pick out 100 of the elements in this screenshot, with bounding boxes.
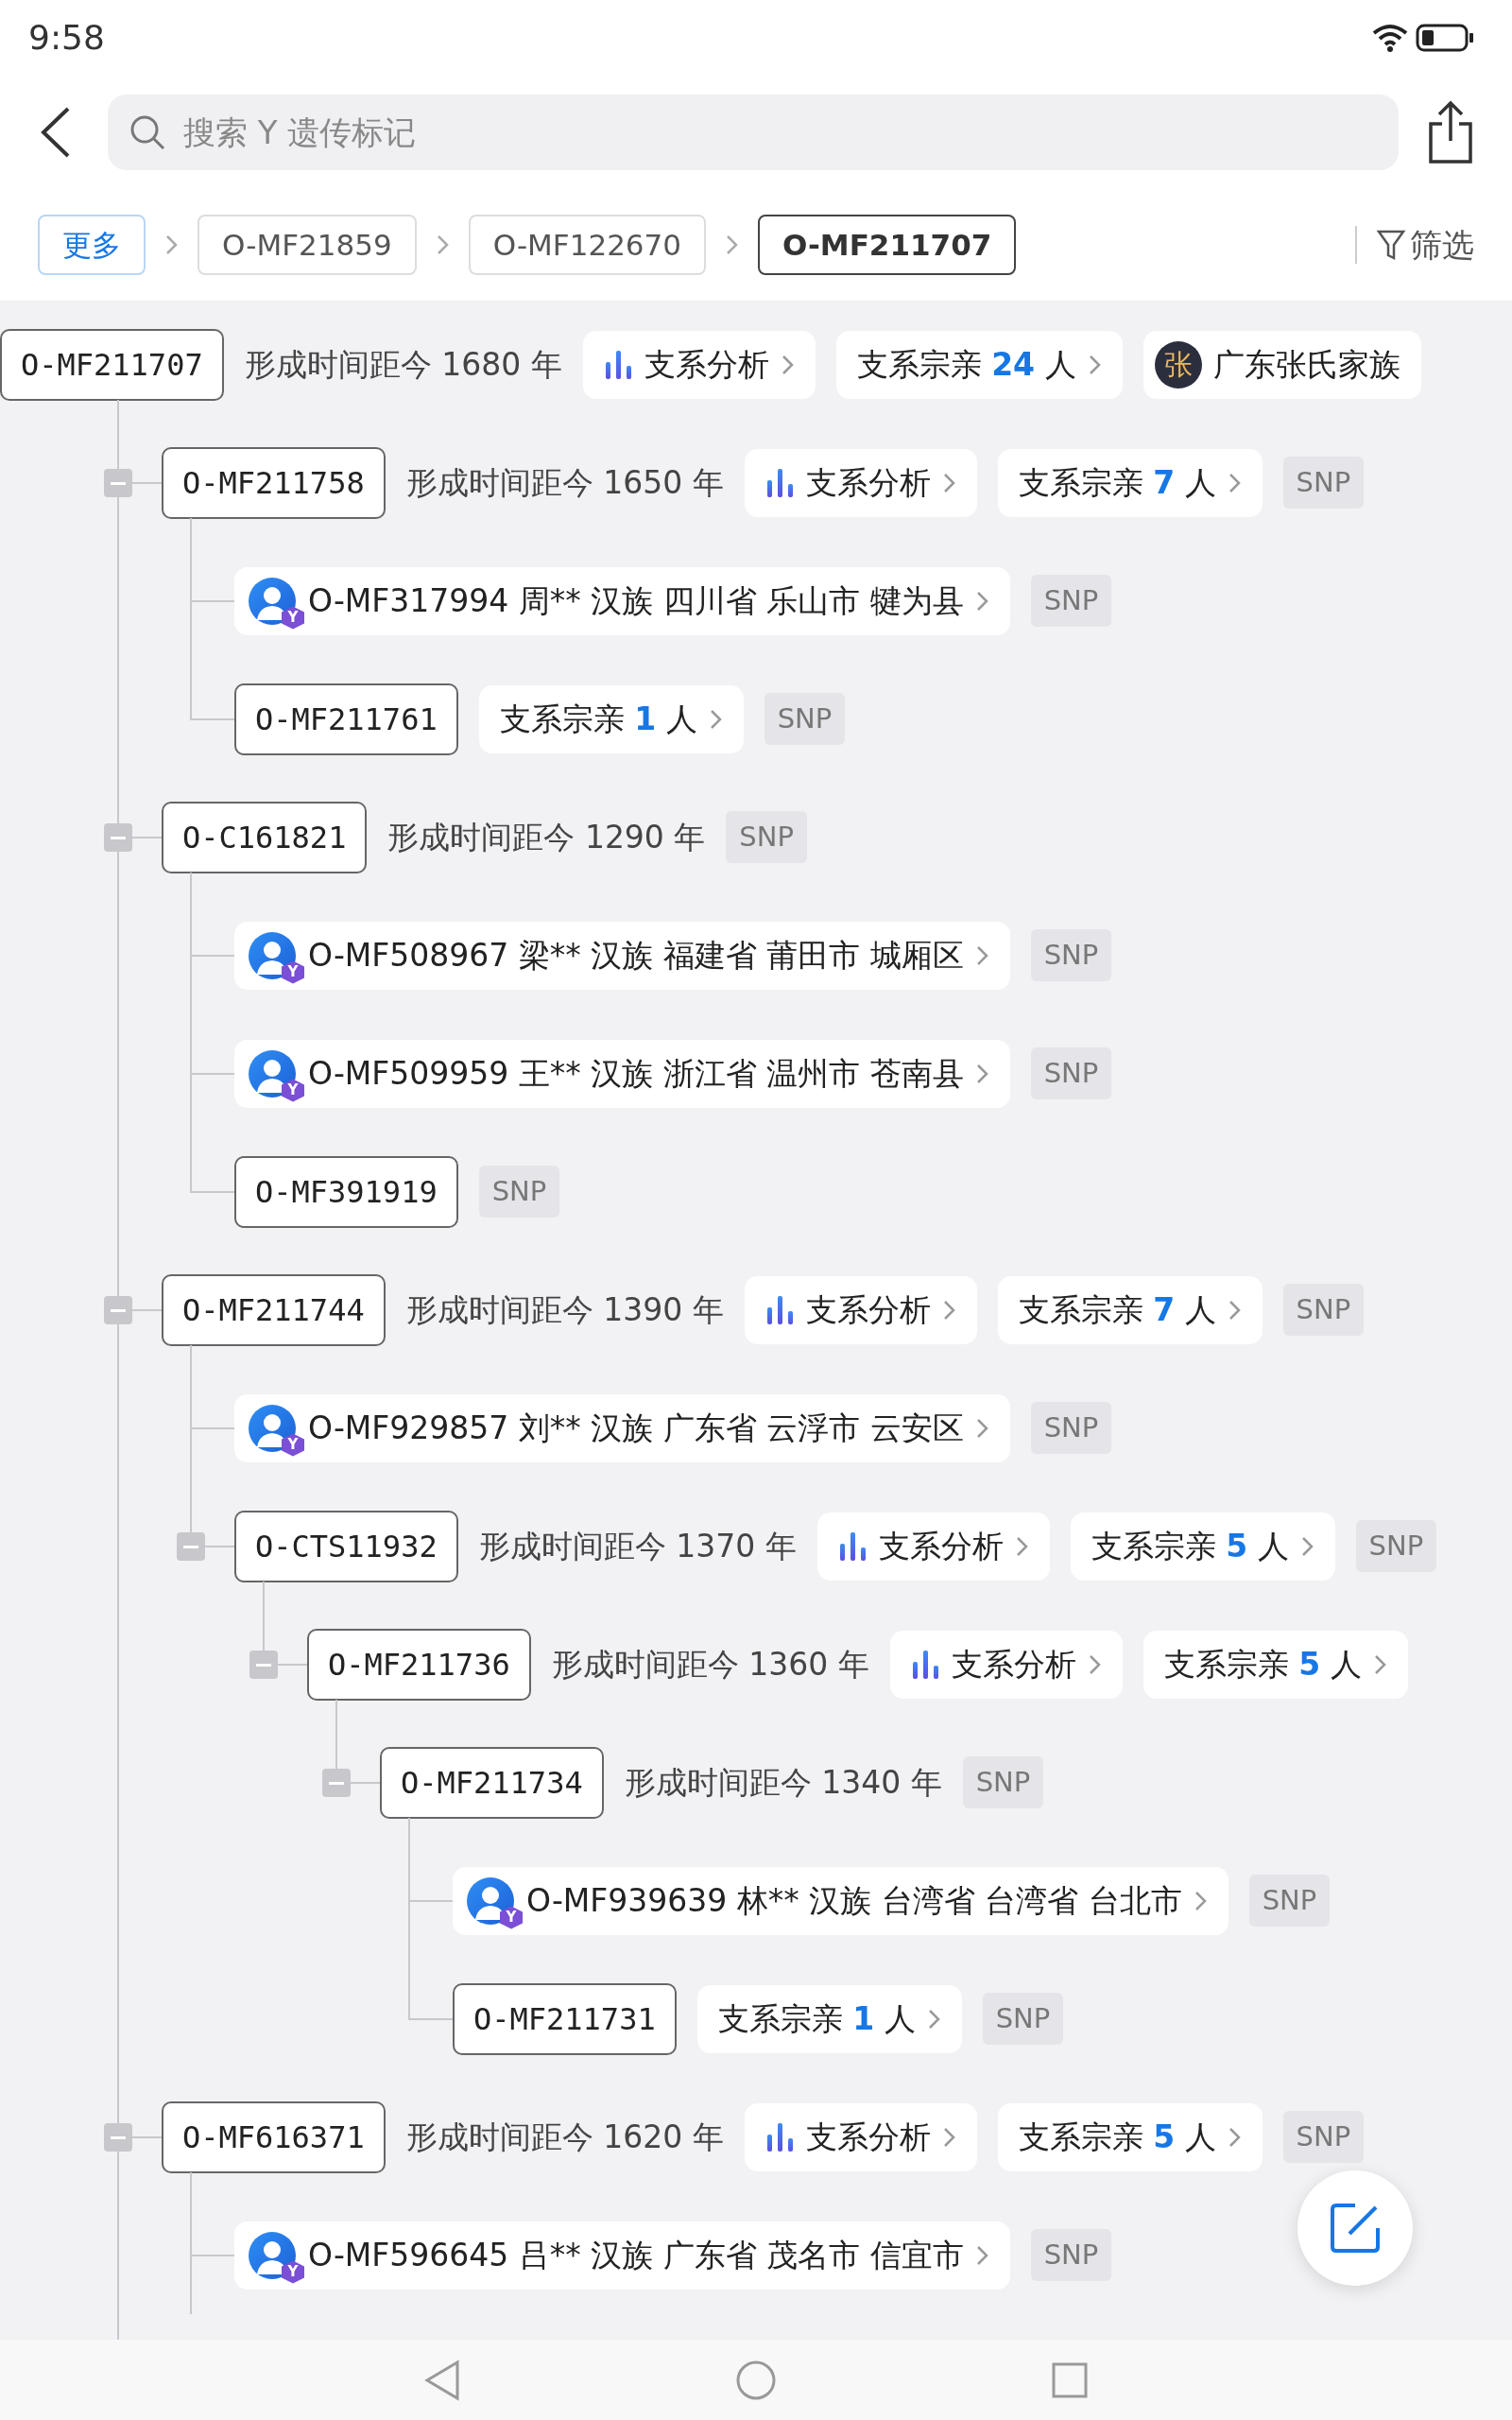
snp-tag[interactable]: SNP [1030,1401,1112,1455]
collapse-button[interactable] [322,1769,351,1797]
filter-icon [1376,228,1406,262]
analysis-button[interactable]: 支系分析 [744,1275,977,1344]
collapse-button[interactable] [104,823,132,852]
chevron-icon [435,233,450,256]
snp-tag[interactable]: SNP [1030,574,1112,628]
family-button[interactable]: 张 广东张氏家族 [1143,330,1421,399]
age-text: 形成时间距今 1680 年 [244,344,562,385]
bar-chart-icon [765,1293,795,1326]
snp-tag[interactable]: SNP [1282,2110,1365,2164]
relatives-button[interactable]: 支系宗亲 5 人 [997,2102,1263,2171]
search-field[interactable]: 搜索 Y 遗传标记 [108,95,1399,170]
snp-tag[interactable]: SNP [1248,1874,1331,1927]
collapse-button[interactable] [104,1296,132,1324]
avatar-icon [248,1403,297,1453]
chevron-icon [974,1062,989,1085]
back-icon[interactable] [423,2359,461,2401]
chevron-icon [1299,1534,1314,1558]
more-button[interactable]: 更多 [38,215,146,275]
chevron-icon [1227,1298,1242,1322]
snp-tag[interactable]: SNP [478,1165,560,1219]
age-text: 形成时间距今 1290 年 [387,817,706,857]
analysis-button[interactable]: 支系分析 [816,1512,1050,1581]
analysis-button[interactable]: 支系分析 [582,330,816,399]
analysis-button[interactable]: 支系分析 [889,1630,1123,1699]
haplogroup-label[interactable]: O-CTS11932 [234,1510,458,1582]
chevron-icon [941,1298,956,1322]
person-button[interactable]: Y O-MF929857 刘** 汉族 广东省 云浮市 云安区 [234,1393,1010,1462]
person-button[interactable]: Y O-MF939639 林** 汉族 台湾省 台湾省 台北市 [453,1866,1228,1935]
person-button[interactable]: Y O-MF508967 梁** 汉族 福建省 莆田市 城厢区 [234,921,1010,990]
person-button[interactable]: Y O-MF317994 周** 汉族 四川省 乐山市 犍为县 [234,566,1010,635]
haplogroup-label[interactable]: O-MF616371 [162,2100,386,2173]
bar-chart-icon [910,1648,940,1681]
collapse-button[interactable] [249,1651,278,1679]
haplogroup-label[interactable]: O-MF211758 [162,446,386,519]
analysis-button[interactable]: 支系分析 [744,2102,977,2171]
chevron-icon [1193,1889,1208,1912]
snp-tag[interactable]: SNP [962,1755,1044,1809]
breadcrumb-tab[interactable]: O-MF122670 [468,215,707,275]
recents-icon[interactable] [1051,2360,1089,2399]
relatives-button[interactable]: 支系宗亲 24 人 [835,330,1123,399]
snp-tag[interactable]: SNP [1282,456,1365,510]
chevron-icon [708,707,723,731]
snp-tag[interactable]: SNP [726,810,807,864]
chevron-icon [780,353,795,376]
filter-button[interactable]: 筛选 [1376,220,1474,269]
collapse-button[interactable] [104,2123,132,2152]
haplogroup-label[interactable]: O-MF211736 [307,1628,531,1701]
avatar-icon [248,2230,297,2280]
person-button[interactable]: Y O-MF596645 吕** 汉族 广东省 茂名市 信宜市 [234,2221,1010,2290]
age-text: 形成时间距今 1340 年 [624,1762,942,1803]
share-button[interactable] [1427,99,1474,165]
snp-tag[interactable]: SNP [1355,1519,1437,1573]
chevron-icon [725,233,740,256]
age-text: 形成时间距今 1650 年 [405,462,724,503]
snp-tag[interactable]: SNP [982,1992,1064,2046]
relatives-button[interactable]: 支系宗亲 7 人 [997,448,1263,517]
snp-tag[interactable]: SNP [1030,1046,1112,1100]
chevron-icon [1227,471,1242,494]
relatives-button[interactable]: 支系宗亲 1 人 [696,1984,962,2053]
breadcrumb-tab[interactable]: O-MF211707 [758,215,1017,275]
collapse-button[interactable] [177,1532,205,1561]
bar-chart-icon [603,348,633,381]
snp-tag[interactable]: SNP [764,692,846,746]
haplogroup-label[interactable]: O-MF391919 [234,1155,458,1228]
status-time: 9:58 [28,17,105,59]
relatives-button[interactable]: 支系宗亲 1 人 [478,684,744,753]
bar-chart-icon [765,2120,795,2153]
home-icon[interactable] [735,2359,777,2401]
chevron-icon [1227,2125,1242,2149]
collapse-button[interactable] [104,469,132,497]
age-text: 形成时间距今 1370 年 [478,1526,797,1566]
haplogroup-label[interactable]: O-MF211761 [234,683,458,755]
snp-tag[interactable]: SNP [1030,928,1112,982]
relatives-button[interactable]: 支系宗亲 5 人 [1143,1630,1408,1699]
chevron-icon [941,471,956,494]
chevron-icon [974,589,989,613]
breadcrumb-tab[interactable]: O-MF21859 [198,215,417,275]
relatives-button[interactable]: 支系宗亲 5 人 [1070,1512,1335,1581]
haplogroup-label[interactable]: O-MF211731 [453,1982,677,2055]
chevron-icon [1372,1652,1387,1676]
analysis-button[interactable]: 支系分析 [744,448,977,517]
haplogroup-label[interactable]: O-MF211744 [162,1273,386,1346]
person-button[interactable]: Y O-MF509959 王** 汉族 浙江省 温州市 苍南县 [234,1039,1010,1108]
bar-chart-icon [837,1530,868,1563]
haplogroup-label[interactable]: O-C161821 [162,801,368,873]
bar-chart-icon [765,466,795,499]
avatar-icon [248,576,297,626]
chevron-icon [974,1416,989,1440]
relatives-button[interactable]: 支系宗亲 7 人 [997,1275,1263,1344]
haplogroup-label[interactable]: O-MF211734 [380,1746,604,1819]
chevron-icon [974,2243,989,2267]
age-text: 形成时间距今 1390 年 [405,1289,724,1330]
haplogroup-label[interactable]: O-MF211707 [0,328,224,401]
snp-tag[interactable]: SNP [1030,2228,1112,2282]
battery-icon [1416,23,1474,53]
age-text: 形成时间距今 1360 年 [551,1644,869,1685]
snp-tag[interactable]: SNP [1282,1283,1365,1337]
age-text: 形成时间距今 1620 年 [405,2117,724,2157]
